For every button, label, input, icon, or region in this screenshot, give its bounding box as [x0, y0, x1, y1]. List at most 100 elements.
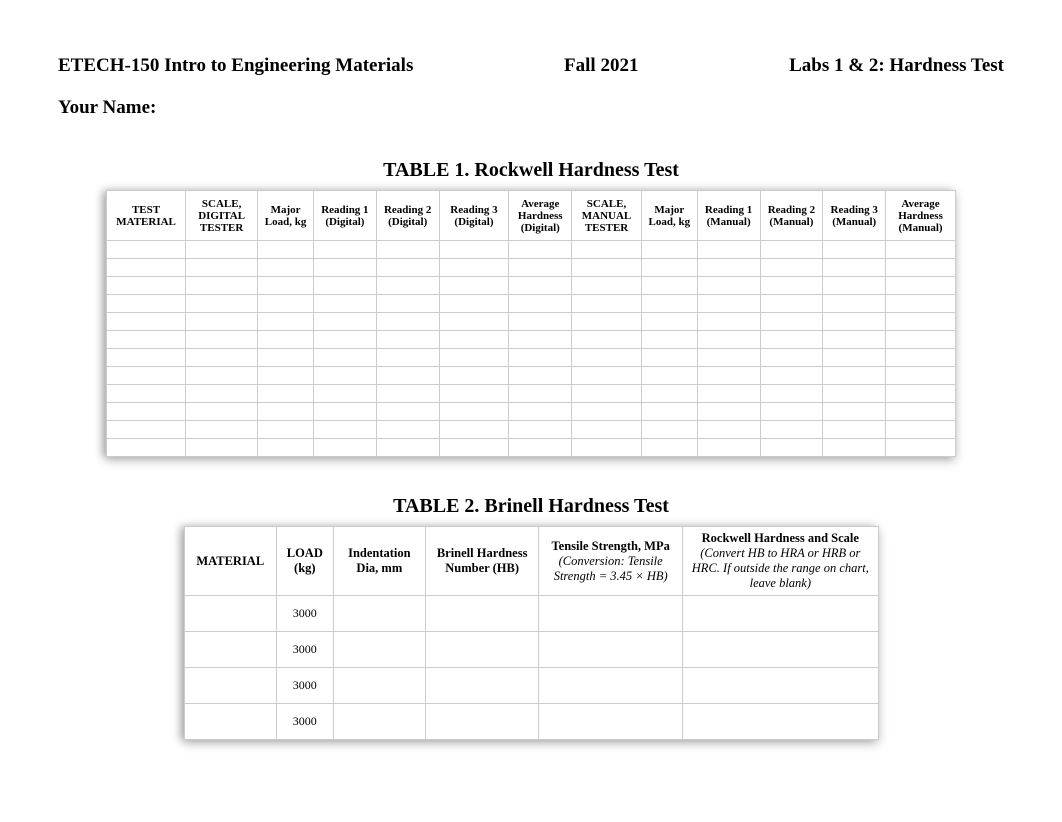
table-cell [376, 277, 439, 295]
table-cell [107, 241, 186, 259]
table-row [107, 295, 956, 313]
table-cell [572, 277, 642, 295]
table-cell [313, 331, 376, 349]
table-cell [184, 704, 277, 740]
table-cell [823, 241, 886, 259]
table-cell [186, 259, 258, 277]
table-cell [426, 596, 539, 632]
th-reading3-digital: Reading 3(Digital) [439, 191, 509, 241]
table-cell [258, 313, 314, 331]
table-cell [376, 313, 439, 331]
table-cell [107, 295, 186, 313]
table-cell [760, 295, 823, 313]
table-cell [886, 349, 956, 367]
table-cell [439, 295, 509, 313]
table-cell [376, 331, 439, 349]
table-cell [107, 277, 186, 295]
table-cell [186, 421, 258, 439]
table-cell [107, 331, 186, 349]
table-cell [313, 403, 376, 421]
table-cell [184, 632, 277, 668]
th-reading2-manual: Reading 2(Manual) [760, 191, 823, 241]
table-cell [539, 668, 683, 704]
table-cell [886, 439, 956, 457]
table-cell: 3000 [277, 704, 334, 740]
th-reading3-manual: Reading 3(Manual) [823, 191, 886, 241]
table-cell [313, 439, 376, 457]
table-cell [823, 421, 886, 439]
table-cell [439, 349, 509, 367]
table-cell [572, 331, 642, 349]
term-label: Fall 2021 [564, 55, 638, 77]
table-cell [760, 439, 823, 457]
your-name-label: Your Name: [58, 97, 1004, 119]
table-cell [439, 367, 509, 385]
table-row [107, 259, 956, 277]
table-cell [313, 295, 376, 313]
table-cell [333, 596, 426, 632]
table-cell [697, 313, 760, 331]
table-cell [509, 259, 572, 277]
table-cell [697, 295, 760, 313]
table-cell [439, 385, 509, 403]
page-header: ETECH-150 Intro to Engineering Materials… [58, 55, 1004, 77]
table-cell [333, 632, 426, 668]
table-cell [313, 421, 376, 439]
table-cell [886, 331, 956, 349]
table1-title: TABLE 1. Rockwell Hardness Test [58, 159, 1004, 182]
table-cell [760, 313, 823, 331]
table-cell [426, 668, 539, 704]
table-cell [886, 367, 956, 385]
table-cell [572, 367, 642, 385]
table-row [107, 277, 956, 295]
table-cell [572, 259, 642, 277]
table-cell [641, 313, 697, 331]
table-cell [641, 439, 697, 457]
labs-label: Labs 1 & 2: Hardness Test [789, 55, 1004, 77]
table-row [107, 421, 956, 439]
table-cell [697, 403, 760, 421]
table-cell [333, 668, 426, 704]
table-cell [697, 385, 760, 403]
table-cell [823, 403, 886, 421]
table1-section: TABLE 1. Rockwell Hardness Test TEST MAT… [58, 159, 1004, 457]
table-cell: 3000 [277, 596, 334, 632]
table-cell [313, 313, 376, 331]
th-scale-manual: SCALE, MANUAL TESTER [572, 191, 642, 241]
table-cell [186, 385, 258, 403]
table-cell [683, 596, 878, 632]
th-scale-digital: SCALE, DIGITAL TESTER [186, 191, 258, 241]
table-row [107, 349, 956, 367]
table-cell [258, 367, 314, 385]
table-cell [107, 367, 186, 385]
table-cell [760, 349, 823, 367]
th-rockwell: Rockwell Hardness and Scale(Convert HB t… [683, 527, 878, 596]
th-reading1-manual: Reading 1(Manual) [697, 191, 760, 241]
table-cell [539, 704, 683, 740]
table-cell [683, 668, 878, 704]
table-cell [886, 241, 956, 259]
table-cell [107, 313, 186, 331]
table-cell [697, 259, 760, 277]
table1-header-row: TEST MATERIAL SCALE, DIGITAL TESTER Majo… [107, 191, 956, 241]
table-cell [760, 277, 823, 295]
table-cell [439, 241, 509, 259]
table-cell [641, 385, 697, 403]
table-cell: 3000 [277, 668, 334, 704]
table2-header-row: MATERIAL LOAD (kg) Indentation Dia, mm B… [184, 527, 878, 596]
table-cell [572, 421, 642, 439]
table-cell [376, 421, 439, 439]
table-cell [760, 241, 823, 259]
table-cell [186, 403, 258, 421]
table-cell [186, 367, 258, 385]
table-row [107, 241, 956, 259]
table-row [107, 385, 956, 403]
table-cell [186, 241, 258, 259]
table-cell [313, 349, 376, 367]
table-cell [823, 295, 886, 313]
table-cell [376, 403, 439, 421]
table2-section: TABLE 2. Brinell Hardness Test MATERIAL … [58, 495, 1004, 740]
table-row [107, 331, 956, 349]
table-cell [258, 241, 314, 259]
th-indentation: Indentation Dia, mm [333, 527, 426, 596]
